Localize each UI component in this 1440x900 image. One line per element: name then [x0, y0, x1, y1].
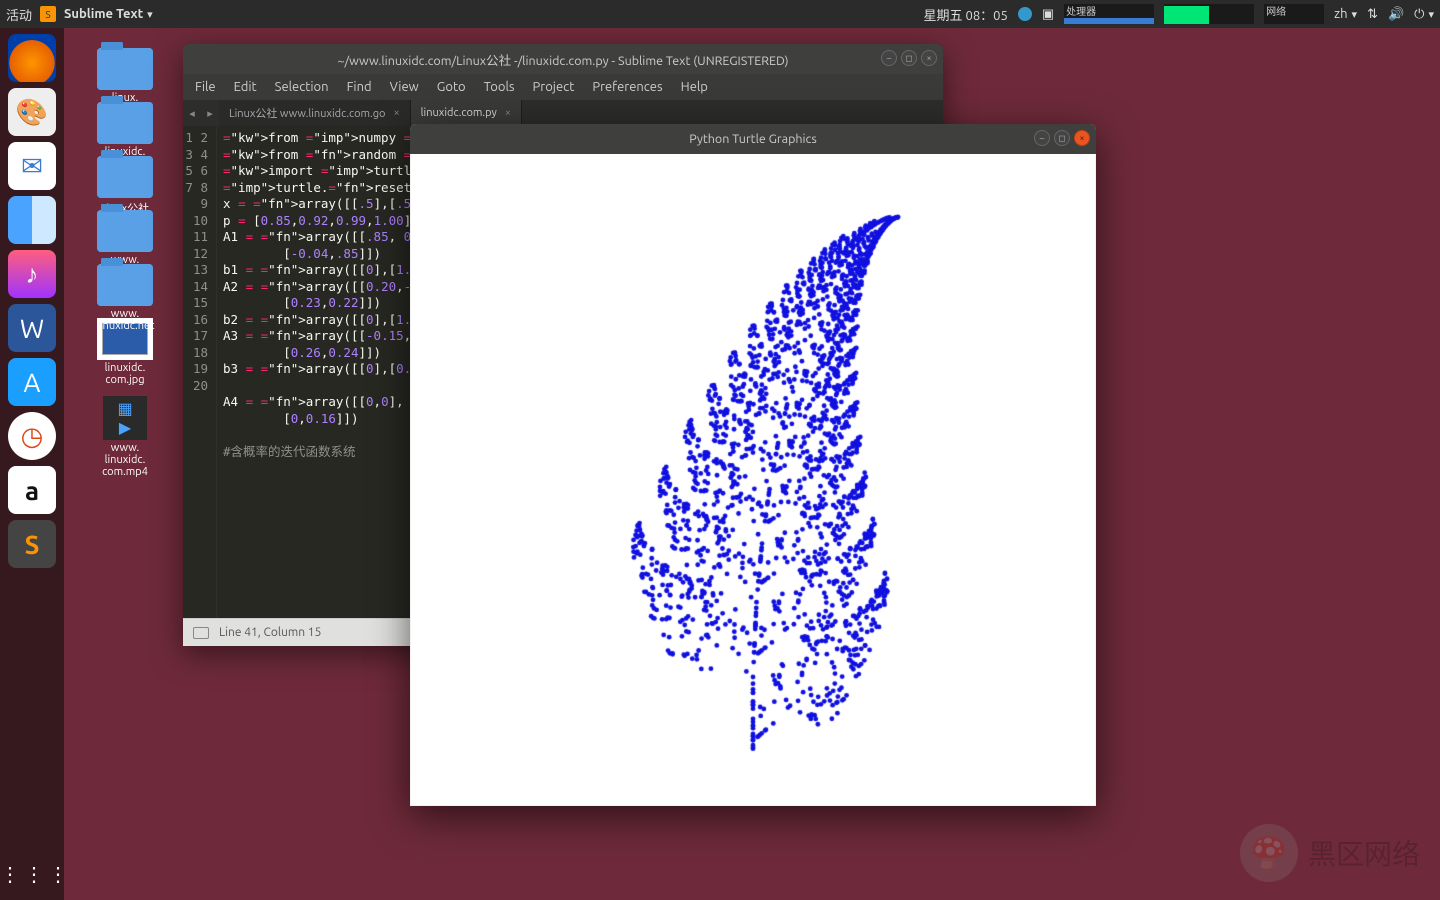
menu-view[interactable]: View [390, 80, 419, 94]
desktop-icon-label: www. linuxidc. com.mp4 [80, 442, 170, 478]
dock-mail[interactable]: ✉ [8, 142, 56, 190]
watermark-icon: 🍄 [1240, 824, 1298, 882]
file-tab[interactable]: Linux公社 www.linuxidc.com.go × [219, 100, 411, 126]
volume-icon[interactable]: 🔊 [1388, 7, 1404, 22]
dock: 🎨 ✉ ♪ W A ◷ a S ⋮⋮⋮ [0, 28, 64, 900]
file-tab-label: linuxidc.com.py [421, 107, 497, 119]
dock-firefox[interactable] [8, 34, 56, 82]
maximize-button[interactable]: ◻ [1054, 130, 1070, 146]
close-button[interactable]: × [921, 50, 937, 66]
cpu-label: 处理器 [1066, 3, 1096, 18]
desktop-icon[interactable]: Linux公社 [97, 156, 153, 198]
file-tab[interactable]: linuxidc.com.py × [411, 100, 522, 126]
minimize-button[interactable]: – [1034, 130, 1050, 146]
network-monitor[interactable]: 网络 [1264, 4, 1324, 24]
close-button[interactable]: × [1074, 130, 1090, 146]
desktop-icon[interactable]: www. linuxidc.net [97, 264, 153, 306]
close-icon[interactable]: × [393, 107, 399, 119]
sublime-icon: S [40, 6, 56, 22]
sublime-titlebar[interactable]: ~/www.linuxidc.com/Linux公社 -/linuxidc.co… [183, 44, 943, 74]
tab-nav-forward[interactable]: ▸ [201, 100, 219, 126]
sublime-menubar: File Edit Selection Find View Goto Tools Projec… [183, 74, 943, 100]
watermark-text: 黑区网络 [1308, 833, 1420, 873]
dock-gimp[interactable]: 🎨 [8, 88, 56, 136]
dock-amazon[interactable]: a [8, 466, 56, 514]
network-icon[interactable]: ⇅ [1367, 7, 1378, 22]
dock-music[interactable]: ♪ [8, 250, 56, 298]
desktop-icon-label: www. linuxidc.net [97, 308, 153, 332]
tab-nav-back[interactable]: ◂ [183, 100, 201, 126]
network-label: 网络 [1266, 3, 1286, 18]
menu-edit[interactable]: Edit [234, 80, 257, 94]
menu-find[interactable]: Find [347, 80, 372, 94]
input-method[interactable]: zh [1334, 7, 1357, 21]
turtle-window: Python Turtle Graphics – ◻ × [410, 124, 1096, 806]
memory-monitor[interactable]: 内存 [1164, 4, 1254, 24]
turtle-title: Python Turtle Graphics [689, 132, 817, 146]
desktop-icon[interactable]: linux. linuxidc. com [97, 48, 153, 90]
cursor-position: Line 41, Column 15 [219, 626, 321, 639]
show-applications-button[interactable]: ⋮⋮⋮ [0, 862, 64, 886]
menu-project[interactable]: Project [533, 80, 575, 94]
dock-sublime[interactable]: S [8, 520, 56, 568]
desktop-icon[interactable]: www. linuxidc. com [97, 210, 153, 252]
app-menu[interactable]: Sublime Text [64, 7, 153, 21]
maximize-button[interactable]: ◻ [901, 50, 917, 66]
menu-selection[interactable]: Selection [275, 80, 329, 94]
desktop-icon-label: linuxidc. com.jpg [80, 362, 170, 386]
sublime-tabbar: ◂ ▸ Linux公社 www.linuxidc.com.go×linuxidc… [183, 100, 943, 126]
activities-button[interactable]: 活动 [6, 5, 32, 24]
dock-finder[interactable] [8, 196, 56, 244]
clock[interactable]: 星期五 08：05 [924, 5, 1008, 24]
weather-icon[interactable] [1018, 7, 1032, 21]
dock-ubuntu[interactable]: ◷ [8, 412, 56, 460]
panel-icon[interactable] [193, 627, 209, 639]
watermark: 🍄 黑区网络 [1240, 824, 1420, 882]
minimize-button[interactable]: – [881, 50, 897, 66]
turtle-canvas [411, 154, 1095, 805]
top-panel: 活动 S Sublime Text 星期五 08：05 ▣ 处理器 内存 网络 … [0, 0, 1440, 28]
line-gutter: 1 2 3 4 5 6 7 8 9 10 11 12 13 14 15 16 1… [183, 126, 217, 618]
turtle-titlebar[interactable]: Python Turtle Graphics – ◻ × [410, 124, 1096, 154]
file-tab-label: Linux公社 www.linuxidc.com.go [229, 105, 385, 121]
desktop-icon[interactable]: ▦▶www. linuxidc. com.mp4 [80, 396, 170, 478]
desktop-icon[interactable]: linuxidc. com [97, 102, 153, 144]
menu-tools[interactable]: Tools [484, 80, 515, 94]
menu-goto[interactable]: Goto [437, 80, 466, 94]
menu-preferences[interactable]: Preferences [592, 80, 662, 94]
turtle-canvas-wrap [411, 154, 1095, 805]
dock-appstore[interactable]: A [8, 358, 56, 406]
cpu-monitor[interactable]: 处理器 [1064, 4, 1154, 24]
display-icon[interactable]: ▣ [1042, 7, 1054, 22]
sublime-title: ~/www.linuxidc.com/Linux公社 -/linuxidc.co… [337, 50, 788, 69]
menu-file[interactable]: File [195, 80, 216, 94]
app-menu-label: Sublime Text [64, 7, 143, 21]
dock-word[interactable]: W [8, 304, 56, 352]
power-menu[interactable]: ⏻ [1414, 7, 1434, 22]
close-icon[interactable]: × [505, 107, 511, 119]
desktop-icons: linux. linuxidc. com linuxidc. com Linux公社… [80, 48, 170, 478]
menu-help[interactable]: Help [681, 80, 708, 94]
